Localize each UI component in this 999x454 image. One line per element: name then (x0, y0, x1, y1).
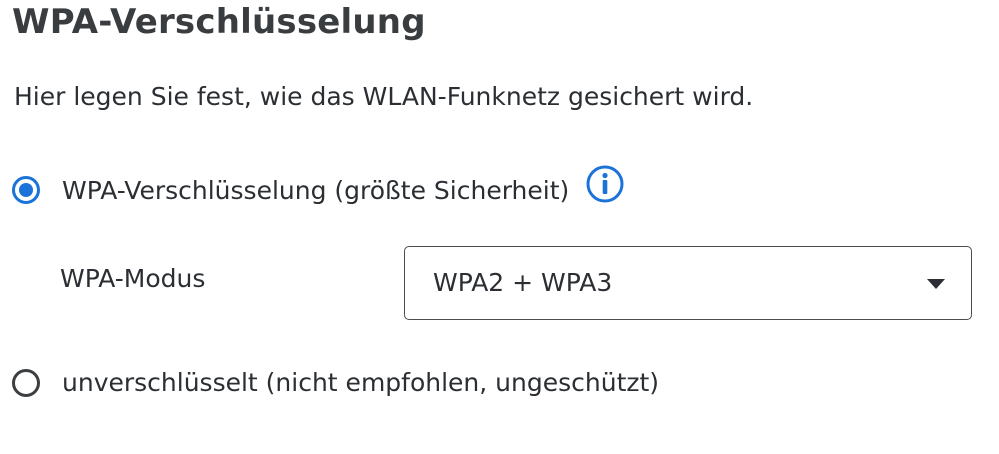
chevron-down-icon (927, 279, 945, 289)
wpa-mode-selected-value: WPA2 + WPA3 (433, 268, 613, 297)
radio-option-wpa[interactable]: WPA-Verschlüsselung (größte Sicherheit) (12, 165, 625, 210)
radio-button-unencrypted[interactable] (12, 368, 40, 397)
wpa-mode-label: WPA-Modus (60, 264, 206, 293)
info-icon[interactable] (585, 164, 625, 204)
radio-button-wpa[interactable] (12, 176, 40, 204)
radio-label-wpa: WPA-Verschlüsselung (größte Sicherheit) (62, 175, 570, 205)
wpa-mode-select[interactable]: WPA2 + WPA3 (404, 246, 972, 320)
section-description: Hier legen Sie fest, wie das WLAN-Funkne… (14, 82, 754, 111)
radio-option-unencrypted[interactable]: unverschlüsselt (nicht empfohlen, ungesc… (12, 368, 659, 397)
radio-label-unencrypted: unverschlüsselt (nicht empfohlen, ungesc… (62, 368, 660, 397)
section-title: WPA-Verschlüsselung (12, 2, 426, 42)
